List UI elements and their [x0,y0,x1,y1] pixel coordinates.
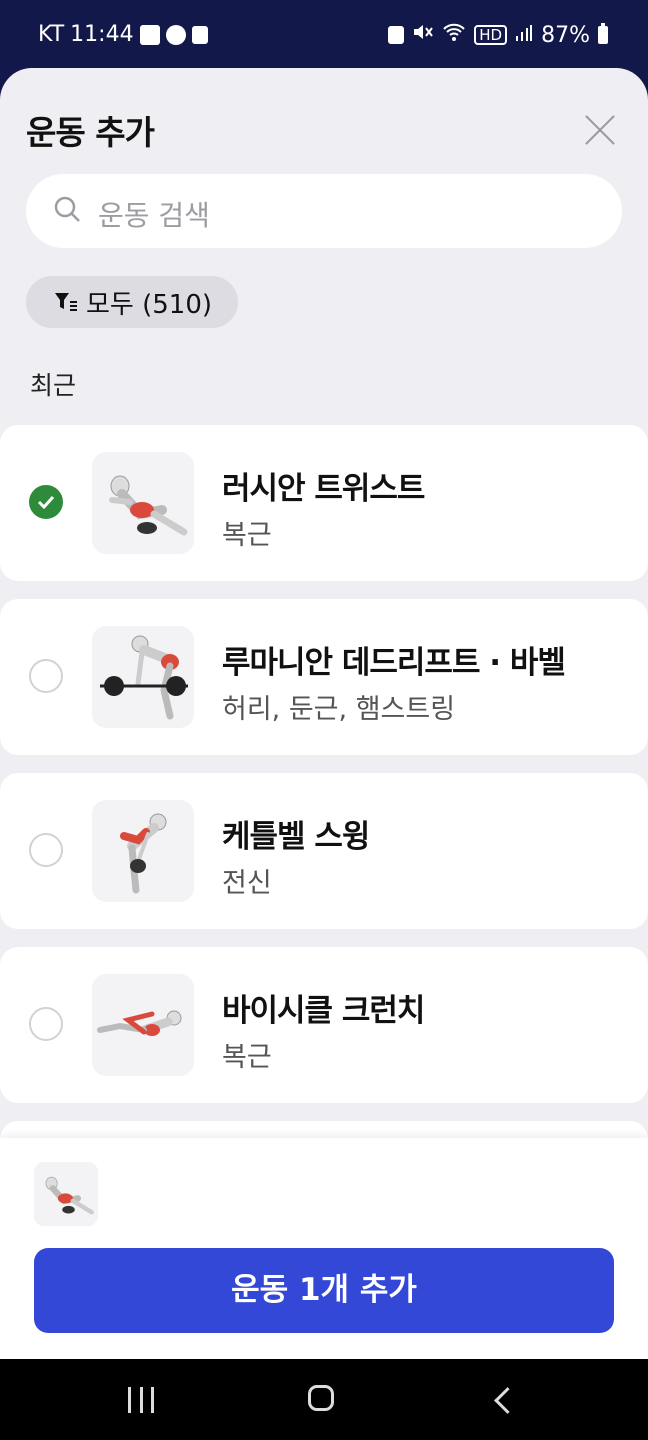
wifi-icon [442,22,466,48]
selected-check-icon[interactable] [29,485,63,519]
message-icon [165,24,186,45]
battery-saver-icon [388,26,405,44]
exercise-muscles: 전신 [222,868,272,899]
close-button[interactable] [582,112,618,148]
recent-apps-icon[interactable] [128,1387,154,1413]
unselected-check-icon[interactable] [29,1007,63,1041]
status-bar: KT 11:44 HD 87% [0,0,648,70]
exercise-thumbnail [92,974,194,1076]
hd-icon: HD [474,25,508,45]
search-placeholder: 운동 검색 [98,199,210,232]
exercise-muscles: 허리, 둔근, 햄스트링 [222,694,456,725]
filter-chip[interactable]: 모두 (510) [26,276,239,328]
mute-icon [412,22,434,48]
exercise-thumbnail [92,626,194,728]
battery-percent: 87% [541,22,590,48]
unselected-check-icon[interactable] [29,659,63,693]
unselected-check-icon[interactable] [29,833,63,867]
time-label: 11:44 [70,22,134,47]
signal-icon [515,23,533,48]
search-icon [54,196,80,222]
exercise-name: 루마니안 데드리프트 · 바벨 [222,645,566,681]
exercise-name: 러시안 트위스트 [222,471,425,507]
selection-panel: 운동 1개 추가 [0,1138,648,1359]
exercise-muscles: 복근 [222,1042,272,1073]
system-nav-bar [0,1359,648,1440]
selected-exercise-thumbnail[interactable] [34,1162,98,1226]
add-exercises-button[interactable]: 운동 1개 추가 [34,1248,614,1333]
exercise-card[interactable]: 러시안 트위스트 복근 [0,425,648,581]
device-icon [191,25,208,44]
carrier-label: KT [38,22,65,47]
search-input[interactable]: 운동 검색 [26,174,622,248]
filter-label: 모두 (510) [86,289,213,320]
exercise-thumbnail [92,800,194,902]
sheet-title: 운동 추가 [26,113,155,152]
exercise-card[interactable]: 케틀벨 스윙 전신 [0,773,648,929]
recent-section-label: 최근 [30,371,77,400]
home-icon[interactable] [308,1385,334,1411]
exercise-muscles: 복근 [222,520,272,551]
exercise-name: 바이시클 크런치 [222,993,425,1029]
exercise-card[interactable]: 루마니안 데드리프트 · 바벨 허리, 둔근, 햄스트링 [0,599,648,755]
filter-icon [55,293,77,311]
gallery-icon [139,24,160,45]
battery-icon [598,23,608,44]
exercise-card[interactable]: 바이시클 크런치 복근 [0,947,648,1103]
exercise-name: 케틀벨 스윙 [222,819,370,855]
exercise-thumbnail [92,452,194,554]
status-right: HD 87% [388,22,608,48]
status-left: KT 11:44 [38,22,208,47]
back-icon[interactable] [494,1387,521,1414]
